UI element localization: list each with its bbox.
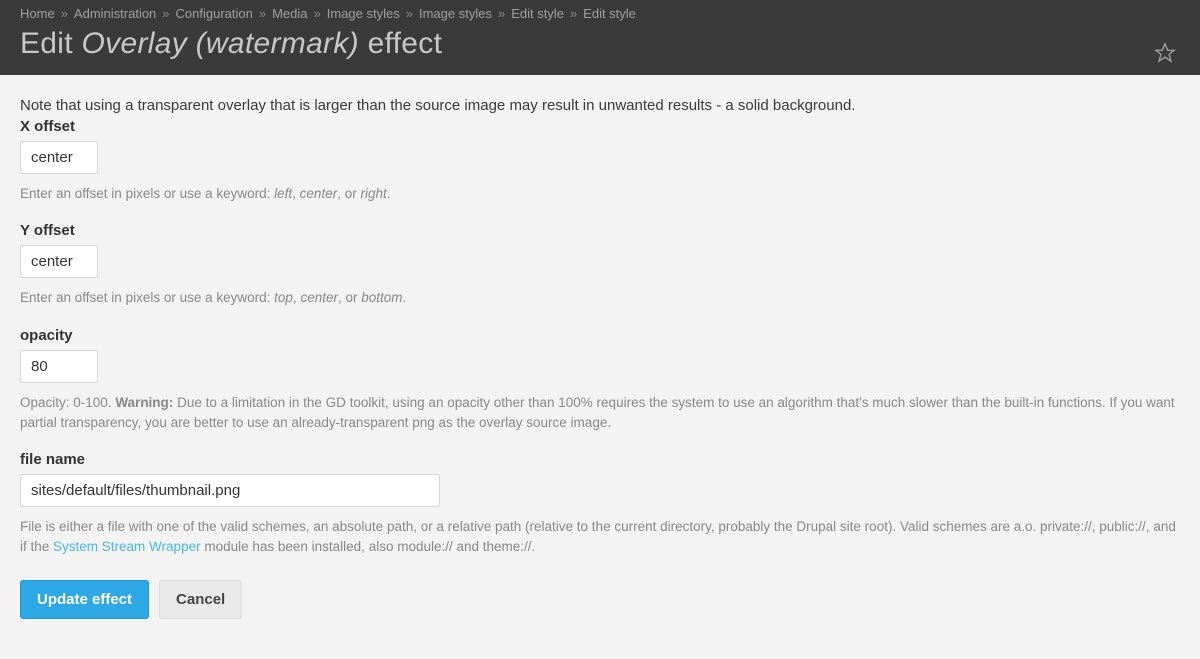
x-offset-description: Enter an offset in pixels or use a keywo…	[20, 184, 1180, 204]
breadcrumb-edit-style[interactable]: Edit style	[511, 6, 564, 21]
opacity-description: Opacity: 0-100. Warning: Due to a limita…	[20, 393, 1180, 434]
breadcrumb-separator: »	[314, 6, 321, 21]
system-stream-wrapper-link[interactable]: System Stream Wrapper	[53, 539, 201, 554]
form-actions: Update effect Cancel	[20, 580, 1180, 619]
file-name-input[interactable]	[20, 474, 440, 507]
breadcrumb-administration[interactable]: Administration	[74, 6, 156, 21]
breadcrumb-separator: »	[162, 6, 169, 21]
opacity-label: opacity	[20, 327, 1180, 344]
breadcrumb-separator: »	[61, 6, 68, 21]
page-header: Home » Administration » Configuration » …	[0, 0, 1200, 75]
opacity-field: opacity Opacity: 0-100. Warning: Due to …	[20, 327, 1180, 434]
breadcrumb-edit-style-2[interactable]: Edit style	[583, 6, 636, 21]
breadcrumb: Home » Administration » Configuration » …	[20, 0, 1180, 21]
opacity-input[interactable]	[20, 350, 98, 383]
page-title-suffix: effect	[359, 27, 442, 60]
breadcrumb-configuration[interactable]: Configuration	[176, 6, 253, 21]
breadcrumb-separator: »	[406, 6, 413, 21]
x-offset-field: X offset Enter an offset in pixels or us…	[20, 118, 1180, 204]
star-icon[interactable]	[1154, 42, 1176, 67]
breadcrumb-separator: »	[498, 6, 505, 21]
breadcrumb-separator: »	[259, 6, 266, 21]
y-offset-description: Enter an offset in pixels or use a keywo…	[20, 288, 1180, 308]
y-offset-field: Y offset Enter an offset in pixels or us…	[20, 222, 1180, 308]
y-offset-input[interactable]	[20, 245, 98, 278]
x-offset-label: X offset	[20, 118, 1180, 135]
page-title: Edit Overlay (watermark) effect	[20, 27, 1180, 61]
file-name-label: file name	[20, 451, 1180, 468]
file-name-field: file name File is either a file with one…	[20, 451, 1180, 558]
breadcrumb-image-styles[interactable]: Image styles	[327, 6, 400, 21]
breadcrumb-media[interactable]: Media	[272, 6, 307, 21]
note-text: Note that using a transparent overlay th…	[20, 97, 1180, 114]
breadcrumb-home[interactable]: Home	[20, 6, 55, 21]
x-offset-input[interactable]	[20, 141, 98, 174]
breadcrumb-separator: »	[570, 6, 577, 21]
y-offset-label: Y offset	[20, 222, 1180, 239]
file-name-description: File is either a file with one of the va…	[20, 517, 1180, 558]
page-title-name: Overlay (watermark)	[82, 27, 359, 60]
update-effect-button[interactable]: Update effect	[20, 580, 149, 619]
breadcrumb-image-styles-2[interactable]: Image styles	[419, 6, 492, 21]
page-title-prefix: Edit	[20, 27, 82, 60]
content: Note that using a transparent overlay th…	[0, 75, 1200, 659]
cancel-button[interactable]: Cancel	[159, 580, 242, 619]
